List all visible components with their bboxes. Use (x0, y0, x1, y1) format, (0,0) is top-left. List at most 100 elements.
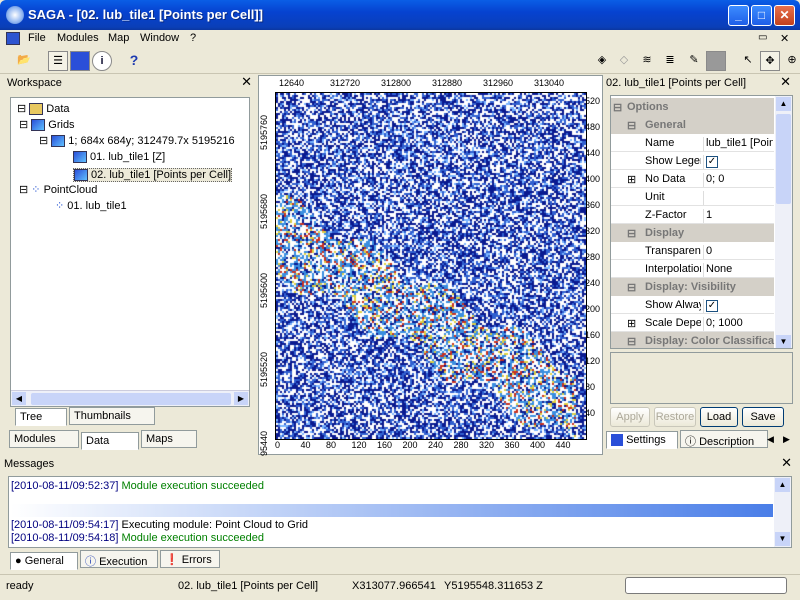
pointer-icon[interactable]: ↖ (738, 51, 758, 71)
tab-tree[interactable]: Tree (15, 408, 67, 426)
axis-tick-label: 200 (585, 304, 601, 314)
workspace-panel: Workspace ✕ ⊟ Data ⊟ Grids ⊟ 1; 684x 684… (3, 75, 256, 453)
menu-file[interactable]: File (28, 32, 46, 44)
open-folder-icon[interactable]: 📂 (14, 51, 34, 71)
axis-tick-label: 280 (585, 252, 601, 262)
prop-unit[interactable]: Unit (611, 188, 774, 206)
menu-help[interactable]: ? (190, 32, 196, 44)
info-icon: ⓘ (685, 436, 696, 448)
menu-modules[interactable]: Modules (57, 32, 99, 44)
tab-data[interactable]: Data (81, 432, 139, 450)
log-v-scrollbar[interactable]: ▲ ▼ (774, 477, 791, 547)
tab-general[interactable]: ● General (10, 552, 78, 570)
stack-icon[interactable]: ≣ (660, 51, 680, 71)
save-button[interactable]: Save (742, 407, 784, 427)
prop-show-always[interactable]: Show Always✓ (611, 296, 774, 314)
axis-tick-label: 312960 (483, 78, 514, 88)
layers-icon[interactable]: ≋ (637, 51, 657, 71)
points-per-cell-raster[interactable] (275, 92, 587, 440)
tree-node-grid-z[interactable]: 01. lub_tile1 [Z] (73, 151, 165, 164)
menu-map[interactable]: Map (108, 32, 129, 44)
pan-icon[interactable]: ✥ (760, 51, 780, 71)
tree-node-grid-points[interactable]: 02. lub_tile1 [Points per Cell] (73, 168, 233, 183)
mdi-restore-icon[interactable]: ▭ (758, 32, 767, 43)
axis-tick-label: 520 (585, 96, 601, 106)
error-icon: ❗ (165, 554, 179, 566)
tab-maps[interactable]: Maps (141, 430, 197, 448)
prop-transparency[interactable]: Transparency0 (611, 242, 774, 260)
prop-z-factor[interactable]: Z-Factor 1 (611, 206, 774, 224)
restore-button[interactable]: Restore (654, 407, 696, 427)
messages-panel: Messages ✕ [2010-08-11/09:52:37] Module … (0, 456, 800, 574)
prop-show-legend[interactable]: Show Legend✓ (611, 152, 774, 170)
stop-icon[interactable] (706, 51, 726, 71)
property-v-scrollbar[interactable]: ▲ ▼ (775, 96, 792, 348)
help-icon[interactable]: ? (124, 51, 144, 71)
group-options[interactable]: ⊟ Options (611, 98, 774, 116)
axis-tick-label: 360 (504, 440, 520, 450)
group-visibility[interactable]: ⊟ Display: Visibility (611, 278, 774, 296)
tree-node-data[interactable]: ⊟ Data (17, 102, 70, 116)
maximize-button[interactable]: □ (751, 5, 772, 26)
group-display[interactable]: ⊟ Display (611, 224, 774, 242)
log-line: [2010-08-11/09:54:18] Module execution s… (11, 532, 264, 544)
expand-icon[interactable]: ⊞ (627, 317, 636, 330)
info-icon[interactable]: i (92, 51, 112, 71)
tab-modules[interactable]: Modules (9, 430, 79, 448)
axis-tick-label: 360 (585, 200, 601, 210)
tree-node-grids[interactable]: ⊟ Grids (19, 118, 75, 132)
group-color-classification[interactable]: ⊟ Display: Color Classifica (611, 332, 774, 348)
group-general[interactable]: ⊟ General (611, 116, 774, 134)
messages-title: Messages (4, 458, 55, 470)
load-button[interactable]: Load (700, 407, 738, 427)
close-window-button[interactable]: ✕ (774, 5, 795, 26)
axis-tick-label: 5195760 (259, 114, 269, 150)
status-ready: ready (6, 580, 34, 592)
axis-tick-label: 200 (402, 440, 418, 450)
axis-tick-label: 320 (585, 226, 601, 236)
zoom-full-icon[interactable]: ◈ (592, 51, 612, 71)
tree-node-pc-tile[interactable]: ⁘ 01. lub_tile1 (55, 199, 127, 212)
tree-node-grid-system[interactable]: ⊟ 1; 684x 684y; 312479.7x 5195216 (39, 134, 235, 148)
axis-tick-label: 480 (585, 122, 601, 132)
grid-layer-icon (74, 169, 88, 182)
tab-scroll-right-icon[interactable]: ▶ (783, 434, 790, 445)
workspace-close-icon[interactable]: ✕ (241, 75, 252, 89)
workspace-toggle-icon[interactable]: ☰ (48, 51, 68, 71)
apply-button[interactable]: Apply (610, 407, 650, 427)
left-axis: 5195760519568051956005195520519544051953… (259, 90, 275, 545)
top-axis: 12640 312720 312800 312880 312960 313040 (259, 76, 604, 90)
zoom-back-icon[interactable]: ◇ (614, 51, 634, 71)
axis-tick-label: 400 (530, 440, 546, 450)
tree-node-pointcloud[interactable]: ⊟ ⁘ PointCloud (19, 183, 97, 196)
prop-no-data[interactable]: ⊞ No Data 0; 0 (611, 170, 774, 188)
mdi-close-icon[interactable]: ✕ (780, 32, 789, 45)
tab-settings[interactable]: Settings (606, 431, 678, 449)
log-line: [2010-08-11/09:52:37] Module execution s… (11, 480, 264, 492)
show-legend-checkbox[interactable]: ✓ (706, 156, 718, 168)
show-always-checkbox[interactable]: ✓ (706, 300, 718, 312)
axis-tick-label: 320 (479, 440, 495, 450)
tree-h-scrollbar[interactable]: ◀ ▶ (11, 390, 249, 406)
menu-window[interactable]: Window (140, 32, 179, 44)
zoom-icon[interactable]: ⊕ (782, 51, 800, 71)
properties-title: 02. lub_tile1 [Points per Cell] (606, 77, 747, 89)
map-toggle-icon[interactable] (70, 51, 90, 71)
messages-close-icon[interactable]: ✕ (781, 456, 792, 470)
prop-scale-dependency[interactable]: ⊞Scale Depende0; 1000 (611, 314, 774, 332)
map-view[interactable]: 12640 312720 312800 312880 312960 313040 5195… (258, 75, 604, 545)
workspace-title: Workspace (7, 77, 62, 89)
tab-description[interactable]: ⓘ Description (680, 430, 768, 448)
tab-execution[interactable]: ⓘ Execution (80, 550, 158, 568)
edit-icon[interactable]: ✎ (684, 51, 704, 71)
document-icon[interactable] (6, 32, 20, 45)
tab-errors[interactable]: ❗ Errors (160, 550, 220, 568)
tab-scroll-left-icon[interactable]: ◀ (767, 434, 774, 445)
minimize-button[interactable]: _ (728, 5, 749, 26)
expand-icon[interactable]: ⊞ (627, 173, 636, 186)
tab-thumbnails[interactable]: Thumbnails (69, 407, 155, 425)
status-progress (625, 577, 787, 594)
prop-name[interactable]: Name lub_tile1 [Poin (611, 134, 774, 152)
properties-close-icon[interactable]: ✕ (780, 75, 791, 89)
prop-interpolation[interactable]: Interpolation None (611, 260, 774, 278)
